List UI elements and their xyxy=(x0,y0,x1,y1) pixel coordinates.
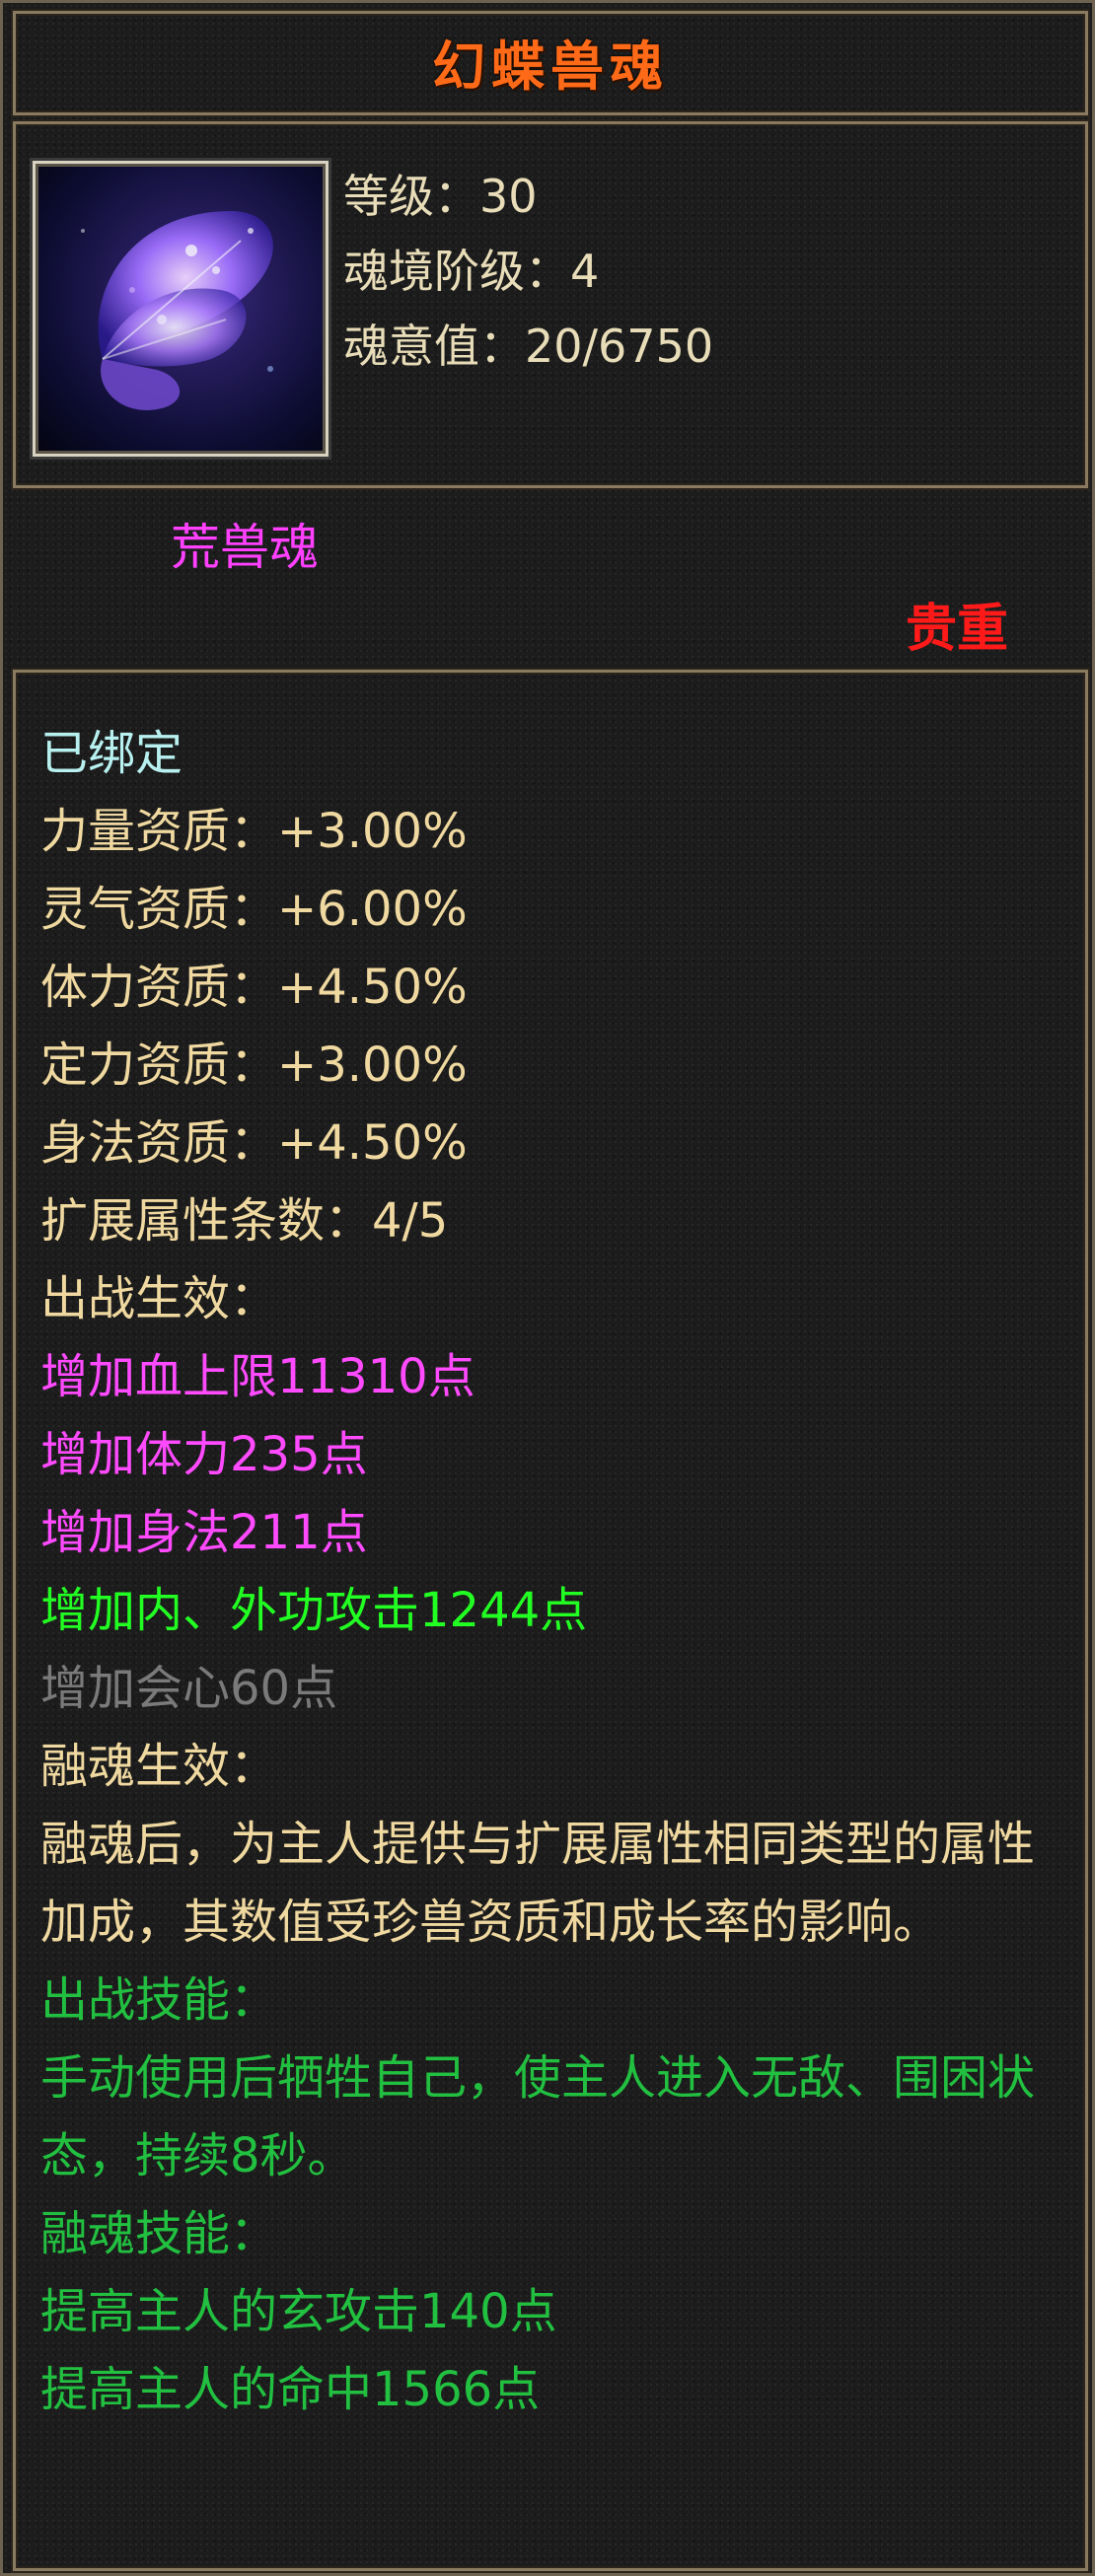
agility-aptitude: 身法资质：+4.50% xyxy=(40,1115,468,1171)
fusion-skill-header: 融魂技能： xyxy=(40,2206,278,2261)
butterfly-icon xyxy=(81,211,273,410)
battle-effect-item: 增加内、外功攻击1244点 xyxy=(40,1583,588,1638)
soul-realm-grade: 魂境阶级：4 xyxy=(343,245,600,298)
fusion-effect-description: 融魂后，为主人提供与扩展属性相同类型的属性加成，其数值受珍兽资质和成长率的影响。 xyxy=(40,1817,1036,1950)
battle-effect-item: 增加体力235点 xyxy=(40,1427,368,1482)
bound-status: 已绑定 xyxy=(40,726,183,781)
battle-effect-item: 增加身法211点 xyxy=(40,1505,368,1560)
battle-effect-item-inactive: 增加会心60点 xyxy=(40,1661,338,1716)
item-rarity: 贵重 xyxy=(905,600,1008,659)
item-tooltip: 幻蝶兽魂 等级：30 魂境阶级：4 魂意值：20/6750 荒兽魂 贵重 已绑定… xyxy=(0,0,1095,2576)
focus-aptitude: 定力资质：+3.00% xyxy=(40,1038,468,1093)
item-category: 荒兽魂 xyxy=(171,519,319,576)
item-name: 幻蝶兽魂 xyxy=(432,36,669,98)
fusion-effect-header: 融魂生效： xyxy=(40,1739,278,1794)
battle-skill-description: 手动使用后牺牲自己，使主人进入无敌、围困状态，持续8秒。 xyxy=(40,2050,1036,2183)
soul-value: 魂意值：20/6750 xyxy=(343,320,714,373)
spirit-aptitude: 灵气资质：+6.00% xyxy=(40,882,468,937)
item-attributes: 已绑定 力量资质：+3.00% 灵气资质：+6.00% 体力资质：+4.50% … xyxy=(40,715,1066,2429)
item-level: 等级：30 xyxy=(343,170,538,223)
fusion-skill-item: 提高主人的命中1566点 xyxy=(40,2362,541,2417)
battle-effect-header: 出战生效： xyxy=(40,1271,278,1326)
extended-attribute-count: 扩展属性条数：4/5 xyxy=(40,1193,449,1249)
battle-skill-header: 出战技能： xyxy=(40,1972,278,2028)
strength-aptitude: 力量资质：+3.00% xyxy=(40,804,468,859)
item-icon-frame xyxy=(33,161,328,457)
battle-effect-item: 增加血上限11310点 xyxy=(40,1349,475,1404)
stamina-aptitude: 体力资质：+4.50% xyxy=(40,960,468,1015)
fusion-skill-item: 提高主人的玄攻击140点 xyxy=(40,2284,557,2339)
